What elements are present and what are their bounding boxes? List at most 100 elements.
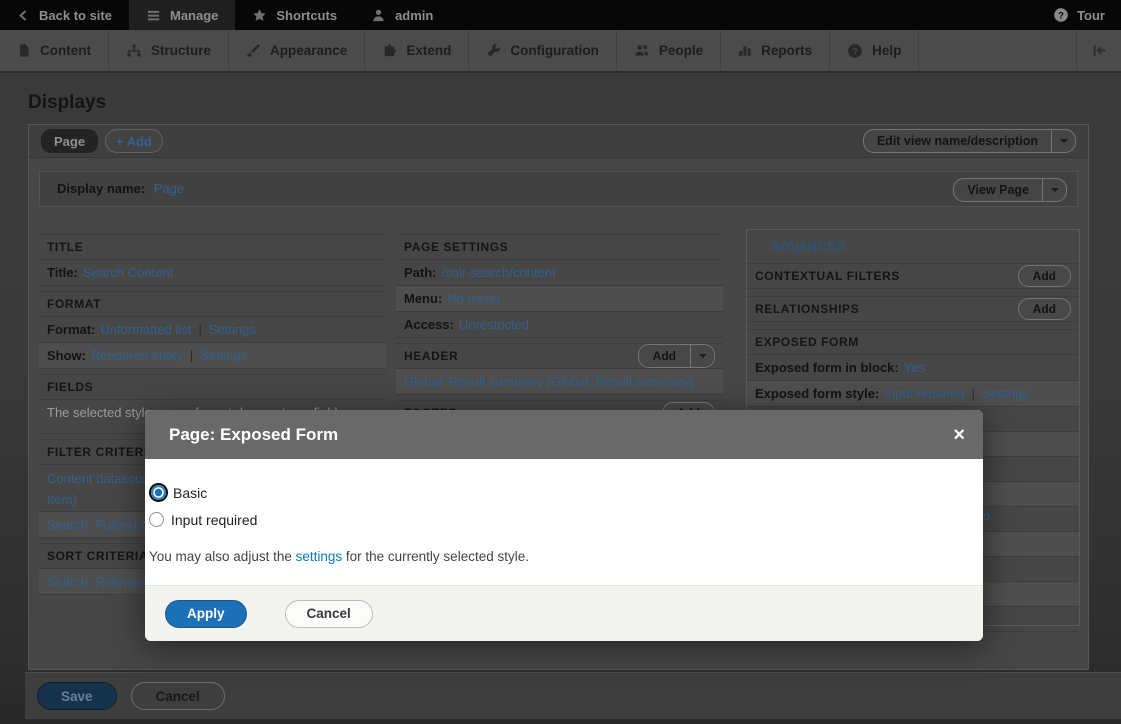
exposed-form-style-link[interactable]: Input required <box>884 386 964 401</box>
radio-selected-icon[interactable] <box>151 485 166 500</box>
tour-label: Tour <box>1077 8 1105 23</box>
path-row: Path: /solr-search/content <box>396 260 723 286</box>
cancel-button[interactable]: Cancel <box>131 682 225 710</box>
radio-unselected-icon[interactable] <box>149 512 164 527</box>
menu-item-configuration[interactable]: Configuration <box>469 30 616 71</box>
radio-input-required-label: Input required <box>171 512 257 528</box>
separator: | <box>198 322 201 337</box>
exposed-form-settings-link[interactable]: Settings <box>982 386 1029 401</box>
dialog-body: Basic Input required You may also adjust… <box>145 459 983 585</box>
close-icon[interactable]: × <box>953 425 965 445</box>
svg-text:?: ? <box>852 46 858 57</box>
menu-item-appearance[interactable]: Appearance <box>229 30 365 71</box>
bucket-exposed-form-header: EXPOSED FORM <box>747 329 1079 355</box>
menu-label-configuration: Configuration <box>510 43 598 58</box>
menu-item-structure[interactable]: Structure <box>109 30 229 71</box>
settings-link[interactable]: settings <box>296 549 343 564</box>
svg-text:?: ? <box>1058 10 1064 21</box>
radio-option-basic[interactable]: Basic <box>149 480 963 505</box>
menu-item-content[interactable]: Content <box>0 30 109 71</box>
menu-row: Menu: No menu <box>396 286 723 312</box>
display-name-link[interactable]: Page <box>154 181 184 196</box>
access-row: Access: Unrestricted <box>396 312 723 338</box>
radio-basic-label: Basic <box>173 485 207 501</box>
dialog-titlebar[interactable]: Page: Exposed Form × <box>145 410 983 459</box>
menu-label-help: Help <box>872 43 901 58</box>
admin-user-label: admin <box>395 8 433 23</box>
star-icon <box>252 8 267 23</box>
bucket-contextual-filters-header: CONTEXTUAL FILTERS Add <box>747 263 1079 289</box>
menu-item-extend[interactable]: Extend <box>365 30 469 71</box>
menu-item-help[interactable]: ? Help <box>830 30 919 71</box>
show-row: Show:Rendered entity|Settings <box>39 343 386 369</box>
exposed-form-style-row: Exposed form style:Input required|Settin… <box>747 381 1079 407</box>
menu-link[interactable]: No menu <box>447 291 500 306</box>
exposed-form-block-row: Exposed form in block:Yes <box>747 355 1079 381</box>
bucket-format: FORMAT Format:Unformatted list|Settings … <box>39 291 386 369</box>
format-settings-link[interactable]: Settings <box>209 322 256 337</box>
sitemap-icon <box>126 43 142 58</box>
dialog-cancel-button[interactable]: Cancel <box>285 600 373 628</box>
header-add-label[interactable]: Add <box>639 345 690 367</box>
column-middle: PAGE SETTINGS Path:/solr-search/content … <box>396 229 723 426</box>
display-tab-page[interactable]: Page <box>41 129 98 153</box>
back-to-site-label: Back to site <box>39 8 112 23</box>
add-display-button[interactable]: +Add <box>105 129 163 153</box>
toolbar-tab-admin-user[interactable]: admin <box>354 0 450 30</box>
show-settings-link[interactable]: Settings <box>200 348 247 363</box>
menu-item-people[interactable]: People <box>617 30 721 71</box>
title-link[interactable]: Search Content <box>83 265 173 280</box>
toolbar-tab-manage[interactable]: Manage <box>129 0 235 30</box>
chevron-down-icon <box>1051 188 1059 196</box>
menu-label-appearance: Appearance <box>270 43 347 58</box>
paintbrush-icon <box>246 43 261 58</box>
wrench-icon <box>486 43 501 58</box>
view-page-dropdown[interactable] <box>1042 179 1066 201</box>
show-label: Show: <box>47 348 86 363</box>
menu-label: Menu: <box>404 291 442 306</box>
obscured-link-fragment[interactable]: o <box>983 508 990 523</box>
document-icon <box>17 43 31 58</box>
header-add-button[interactable]: Add <box>638 344 715 368</box>
format-link[interactable]: Unformatted list <box>100 322 191 337</box>
edit-view-name-button[interactable]: Edit view name/description <box>863 129 1076 153</box>
edit-view-name-label: Edit view name/description <box>864 130 1051 152</box>
sort-relevance-link[interactable]: Search: Relevance <box>47 574 157 589</box>
back-arrow-icon <box>17 9 30 22</box>
advanced-toggle[interactable]: ADVANCED <box>747 230 1079 263</box>
bucket-title-header: TITLE <box>39 234 386 260</box>
chevron-down-icon <box>1060 139 1068 147</box>
dialog-note: You may also adjust the settings for the… <box>149 549 963 564</box>
view-page-button[interactable]: View Page <box>953 178 1067 202</box>
path-link[interactable]: /solr-search/content <box>442 265 556 280</box>
access-label: Access: <box>404 317 454 332</box>
contextual-filters-add-button[interactable]: Add <box>1018 265 1071 287</box>
header-add-dropdown[interactable] <box>690 345 714 367</box>
toolbar-collapse-button[interactable] <box>1076 30 1121 71</box>
path-label: Path: <box>404 265 437 280</box>
display-name-row: Display name: Page View Page <box>39 171 1078 207</box>
menu-item-reports[interactable]: Reports <box>721 30 830 71</box>
back-to-site-link[interactable]: Back to site <box>0 0 129 30</box>
show-link[interactable]: Rendered entity <box>91 348 183 363</box>
dialog-title: Page: Exposed Form <box>169 425 953 445</box>
form-actions-row: Save Cancel <box>25 672 1121 719</box>
title-label: Title: <box>47 265 78 280</box>
save-button[interactable]: Save <box>37 682 117 710</box>
apply-button[interactable]: Apply <box>165 600 247 628</box>
result-summary-link[interactable]: Global: Result summary (Global: Result s… <box>404 374 694 389</box>
people-icon <box>634 43 650 58</box>
relationships-add-button[interactable]: Add <box>1018 298 1071 320</box>
edit-view-dropdown[interactable] <box>1051 130 1075 152</box>
exposed-form-block-link[interactable]: Yes <box>904 360 925 375</box>
access-link[interactable]: Unrestricted <box>459 317 529 332</box>
dialog-buttonpane: Apply Cancel <box>145 585 983 641</box>
menu-label-extend: Extend <box>406 43 451 58</box>
toolbar-tab-shortcuts[interactable]: Shortcuts <box>235 0 354 30</box>
bucket-fields-header: FIELDS <box>39 374 386 400</box>
bucket-header: HEADER Add Global: Result summary (Globa… <box>396 343 723 395</box>
bucket-format-header: FORMAT <box>39 291 386 317</box>
radio-option-input-required[interactable]: Input required <box>149 507 963 532</box>
tour-button[interactable]: ? Tour <box>1037 0 1121 30</box>
add-display-label: Add <box>127 134 152 149</box>
